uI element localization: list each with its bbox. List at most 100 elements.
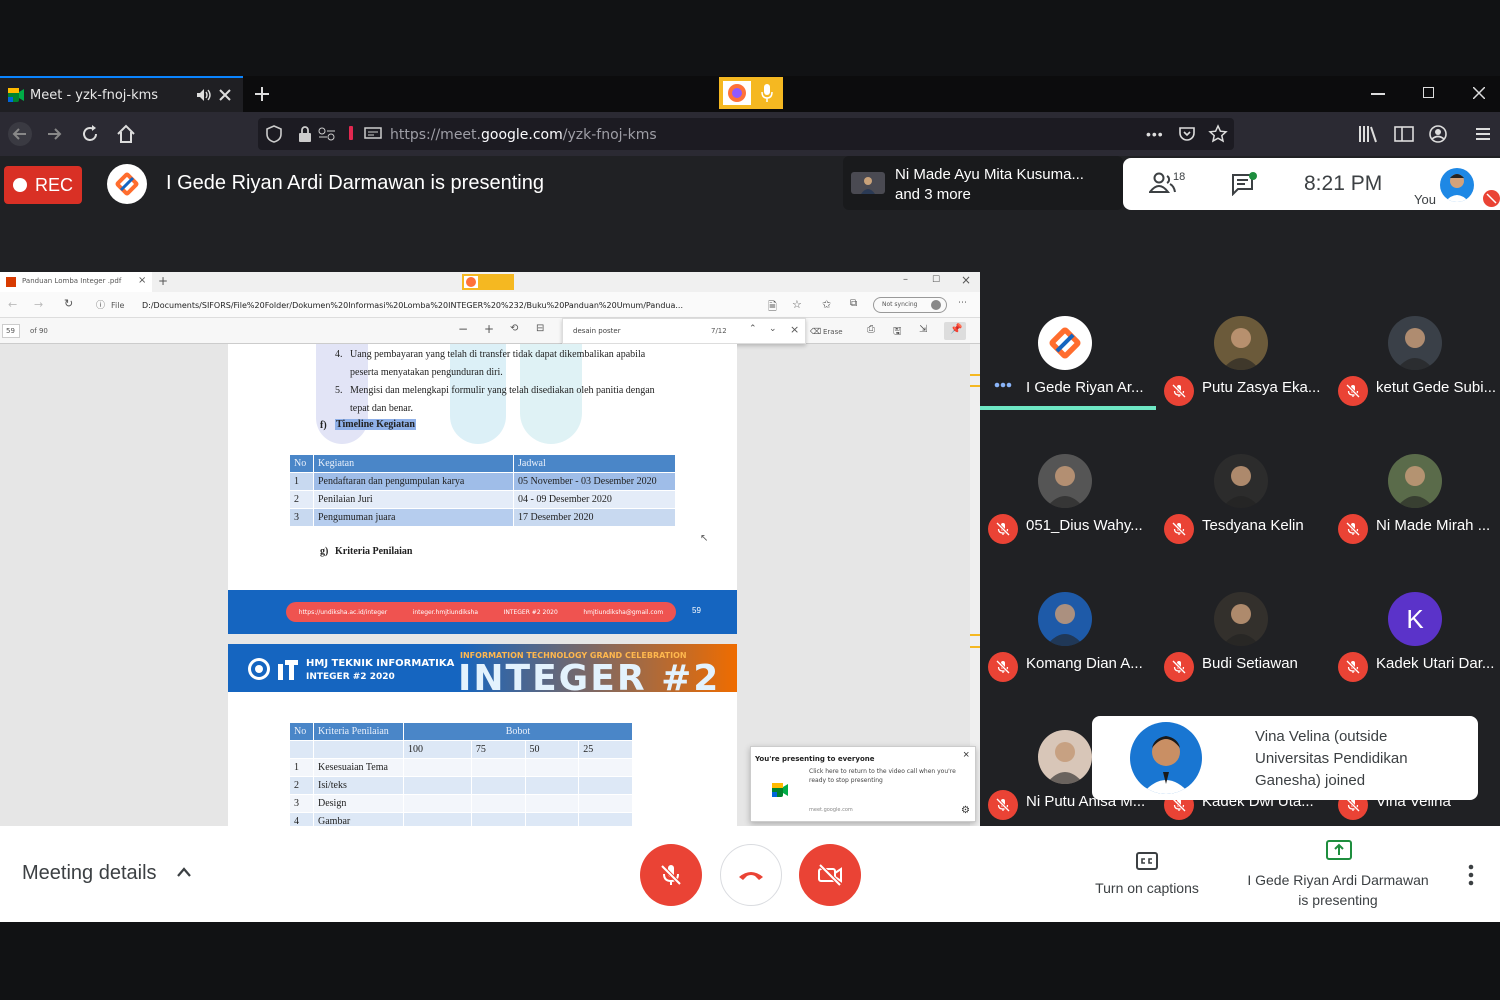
close-tab-icon[interactable] [218,88,232,102]
it-logo [276,656,300,682]
table-cell [578,776,633,795]
participant-tile[interactable]: Ni Made Mirah ... [1330,410,1500,548]
participant-tile[interactable]: Tesdyana Kelin [1156,410,1328,548]
sidebar-icon[interactable] [1394,126,1414,142]
joiner-avatar [1130,722,1202,794]
sharing-indicator[interactable] [719,77,783,109]
pdf-icon [6,277,16,287]
speaker-icon[interactable] [196,88,212,102]
participant-tile[interactable]: 051_Dius Wahy... [980,410,1152,548]
chat-icon[interactable] [1231,172,1257,196]
camera-toggle-button[interactable] [799,844,861,906]
screen-share-icon[interactable] [364,127,382,141]
lock-icon[interactable] [298,126,312,142]
participant-name: Putu Zasya Eka... [1202,379,1321,396]
table-cell [470,794,526,813]
table-cell: 4 [289,812,314,826]
captions-icon[interactable] [1136,852,1158,870]
meet-favicon-icon [8,88,24,102]
pinned-speakers[interactable]: Ni Made Ayu Mita Kusuma... and 3 more [843,156,1123,210]
page-footer: https://undiksha.ac.id/integer integer.h… [228,590,737,634]
participant-avatar [1038,316,1092,370]
pdf-pin-icon: 📌 [944,322,966,340]
app-menu-icon[interactable] [1474,126,1492,142]
mic-off-icon [1164,514,1194,544]
minimize-window-icon[interactable] [1371,93,1385,95]
presenting-status-button[interactable]: I Gede Riyan Ardi Darmawan is presenting [1232,870,1444,910]
table-row: 3 Design [289,794,633,813]
participant-tile[interactable]: I Gede Riyan Ar... [980,272,1156,410]
popup-meet-icon [771,783,789,797]
page-actions-icon[interactable]: ••• [1146,127,1164,141]
table-cell: Pengumuman juara [313,508,514,527]
shared-favorite-icon: ☆ [792,298,802,311]
participant-tile[interactable]: ketut Gede Subi... [1330,272,1500,410]
participant-name: ketut Gede Subi... [1376,379,1497,396]
library-icon[interactable] [1358,124,1380,144]
more-options-icon[interactable] [1468,864,1474,886]
address-bar[interactable]: https://meet.google.com/yzk-fnoj-kms ••• [258,118,1234,150]
meeting-details-label: Meeting details [22,862,157,884]
home-button[interactable] [114,122,138,146]
mic-active-icon[interactable] [349,126,353,140]
pocket-icon[interactable] [1178,125,1196,143]
account-icon[interactable] [1428,124,1448,144]
table-cell [470,776,526,795]
participant-tile[interactable]: K Kadek Utari Dar... [1330,548,1500,686]
participant-tile[interactable]: Komang Dian A... [980,548,1152,686]
meeting-details-button[interactable]: Meeting details [22,862,157,885]
recording-badge[interactable]: REC [4,166,82,204]
pdf-page-number: 59 [6,327,15,335]
self-avatar[interactable] [1440,168,1474,202]
record-dot-icon [12,178,27,192]
participant-name: Tesdyana Kelin [1202,517,1304,534]
mic-off-icon [988,790,1018,820]
shield-icon[interactable] [266,125,282,143]
table-cell: 1 [289,472,314,491]
captions-button[interactable]: Turn on captions [1082,880,1212,896]
list-item-text: tepat dan benar. [350,403,414,414]
pdf-rotate-icon: ⟲ [510,323,519,334]
url-text[interactable]: https://meet.google.com/yzk-fnoj-kms [390,127,657,143]
new-tab-icon[interactable] [254,86,270,102]
table-cell: Design [313,794,404,813]
shared-minimize-icon: – [903,274,908,285]
criteria-table: No Kriteria Penilaian Bobot 100 75 50 25… [289,722,633,826]
popup-gear-icon: ⚙ [961,805,970,816]
pdf-fit-icon: ⊟ [536,323,545,334]
timeline-heading: Timeline Kegiatan [335,419,416,430]
footer-link: INTEGER #2 2020 [503,608,558,616]
shared-screen: Panduan Lomba Integer .pdf × + – ☐ × ← →… [0,272,980,826]
shared-more-icon: ⋯ [958,298,967,308]
participant-tile[interactable]: Budi Setiawan [1156,548,1328,686]
table-cell: 2 [289,490,314,509]
microphone-toggle-button[interactable] [640,844,702,906]
browser-tab[interactable]: Meet - yzk-fnoj-kms [0,76,243,112]
table-header-cell: Jadwal [513,454,676,473]
shared-back-icon: ← [8,298,18,311]
shared-tab-close-icon: × [138,275,147,286]
pdf-page-box: 59 [2,324,20,338]
section-letter: g) [320,546,329,557]
forward-button[interactable] [42,122,66,146]
table-cell: 100 [403,740,472,759]
participant-name: Ni Made Mirah ... [1376,517,1491,534]
restore-window-icon[interactable] [1423,87,1434,98]
popup-title: You're presenting to everyone [755,755,875,763]
shared-sync-label: Not syncing [882,301,918,308]
close-window-icon[interactable] [1473,87,1485,99]
reload-button[interactable] [78,122,102,146]
participant-avatar [1388,316,1442,370]
join-notification[interactable]: Vina Velina (outside Universitas Pendidi… [1092,716,1478,800]
participant-avatar [1038,730,1092,784]
permissions-icon[interactable] [318,127,336,141]
leave-call-button[interactable] [720,844,782,906]
back-button[interactable] [8,122,32,146]
participant-tile[interactable]: Putu Zasya Eka... [1156,272,1328,410]
present-screen-icon[interactable] [1326,840,1352,862]
pinned-thumbnail [851,172,885,194]
bookmark-star-icon[interactable] [1208,124,1228,144]
table-header-cell: Kriteria Penilaian [313,722,404,741]
mic-off-icon [1338,652,1368,682]
chevron-up-icon[interactable] [176,866,192,878]
